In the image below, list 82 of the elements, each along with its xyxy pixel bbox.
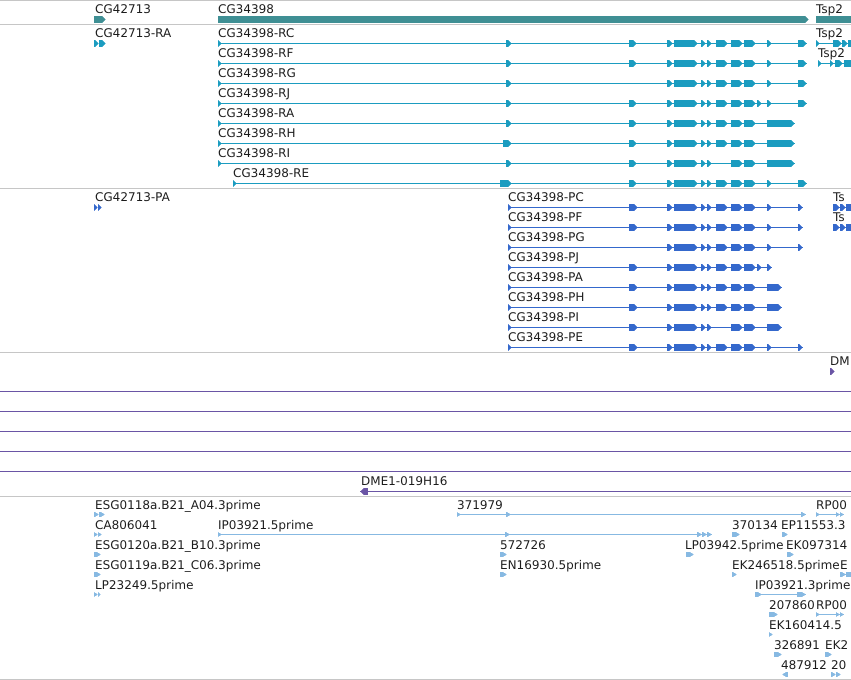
protein-label: CG34398-PF [508, 210, 582, 224]
protein-label: Ts [833, 210, 845, 224]
protein-label: CG34398-PJ [508, 250, 579, 264]
est-drawing [686, 552, 694, 557]
protein-label: CG34398-PE [508, 330, 583, 344]
protein-label: CG34398-PH [508, 290, 584, 304]
protein-drawing [833, 204, 851, 211]
est-drawing [774, 652, 782, 657]
est-label: ESG0119a.B21_C06.3prime [95, 558, 261, 572]
est-drawing [769, 632, 773, 637]
est-label: EN16930.5prime [500, 558, 602, 572]
est-drawing [787, 552, 794, 557]
est-drawing [94, 572, 101, 577]
gene-drawing [816, 16, 851, 23]
est-label: EP11553.3 [781, 518, 846, 532]
transcript-drawing [816, 40, 851, 47]
est-label: 370134 [732, 518, 778, 532]
est-drawing [782, 532, 788, 537]
est-drawing [732, 532, 740, 537]
transcript-label: CG34398-RJ [218, 86, 290, 100]
protein-label: CG34398-PA [508, 270, 583, 284]
protein-label: CG34398-PG [508, 230, 585, 244]
est-drawing [840, 572, 851, 577]
est-label: 572726 [500, 538, 546, 552]
est-drawing [500, 552, 507, 557]
transcript-label: CG34398-RH [218, 126, 296, 140]
protein-label: Ts [833, 190, 845, 204]
est-label: RP00 [816, 598, 847, 612]
est-drawing [825, 652, 832, 657]
protein-label: CG34398-PI [508, 310, 579, 324]
est-label: ESG0118a.B21_A04.3prime [95, 498, 261, 512]
gene-drawing [94, 16, 106, 23]
est-label: 326891 [774, 638, 820, 652]
protein-drawing [94, 204, 102, 211]
est-drawing [769, 612, 778, 617]
gene-label: CG34398 [218, 2, 274, 16]
transcript-label: CG34398-RA [218, 106, 294, 120]
transcript-label: CG34398-RI [218, 146, 290, 160]
est-label: CA806041 [95, 518, 158, 532]
est-label: EK2 [825, 638, 848, 652]
est-label: 371979 [457, 498, 503, 512]
est-label: ESG0120a.B21_B10.3prime [95, 538, 261, 552]
est-drawing [94, 512, 105, 517]
est-drawing [732, 572, 737, 577]
est-drawing [500, 572, 507, 577]
est-drawing [816, 512, 844, 517]
transcript-label: Tsp2 [816, 26, 843, 40]
protein-label: CG42713-PA [95, 190, 170, 204]
est-label: 487912 [781, 658, 827, 672]
est-drawing [831, 672, 841, 677]
transcript-drawing [94, 40, 106, 47]
clone-label: DME1-019H16 [361, 474, 448, 488]
transcript-label: CG34398-RC [218, 26, 294, 40]
est-drawing [782, 672, 788, 677]
est-label: LP23249.5prime [95, 578, 194, 592]
transcript-label: CG42713-RA [95, 26, 172, 40]
transcript-drawing [818, 60, 851, 67]
protein-label: CG34398-PC [508, 190, 584, 204]
clone-drawing [830, 368, 835, 375]
gene-label: Tsp2 [816, 2, 843, 16]
est-label: EK097314 [786, 538, 848, 552]
est-drawing [755, 592, 806, 597]
est-label: 207860 [769, 598, 815, 612]
est-label: 20 [831, 658, 846, 672]
est-label: RP00 [816, 498, 847, 512]
est-label: IP03921.3prime [755, 578, 850, 592]
transcript-label: CG34398-RE [233, 166, 310, 180]
est-drawing [94, 592, 101, 597]
protein-drawing [833, 224, 851, 231]
est-label: LP03942.5prime [685, 538, 784, 552]
gene-label: CG42713 [95, 2, 151, 16]
est-label: EK160414.5 [769, 618, 842, 632]
transcript-label: CG34398-RG [218, 66, 296, 80]
est-label: IP03921.5prime [218, 518, 314, 532]
est-drawing [94, 552, 101, 557]
est-label: EK246518.5prime [732, 558, 840, 572]
transcript-label: CG34398-RF [218, 46, 294, 60]
clone-label: DM [830, 354, 850, 368]
est-drawing [816, 612, 844, 617]
transcript-label: Tsp2 [818, 46, 845, 60]
est-label: E [840, 558, 848, 572]
est-drawing [94, 532, 102, 537]
